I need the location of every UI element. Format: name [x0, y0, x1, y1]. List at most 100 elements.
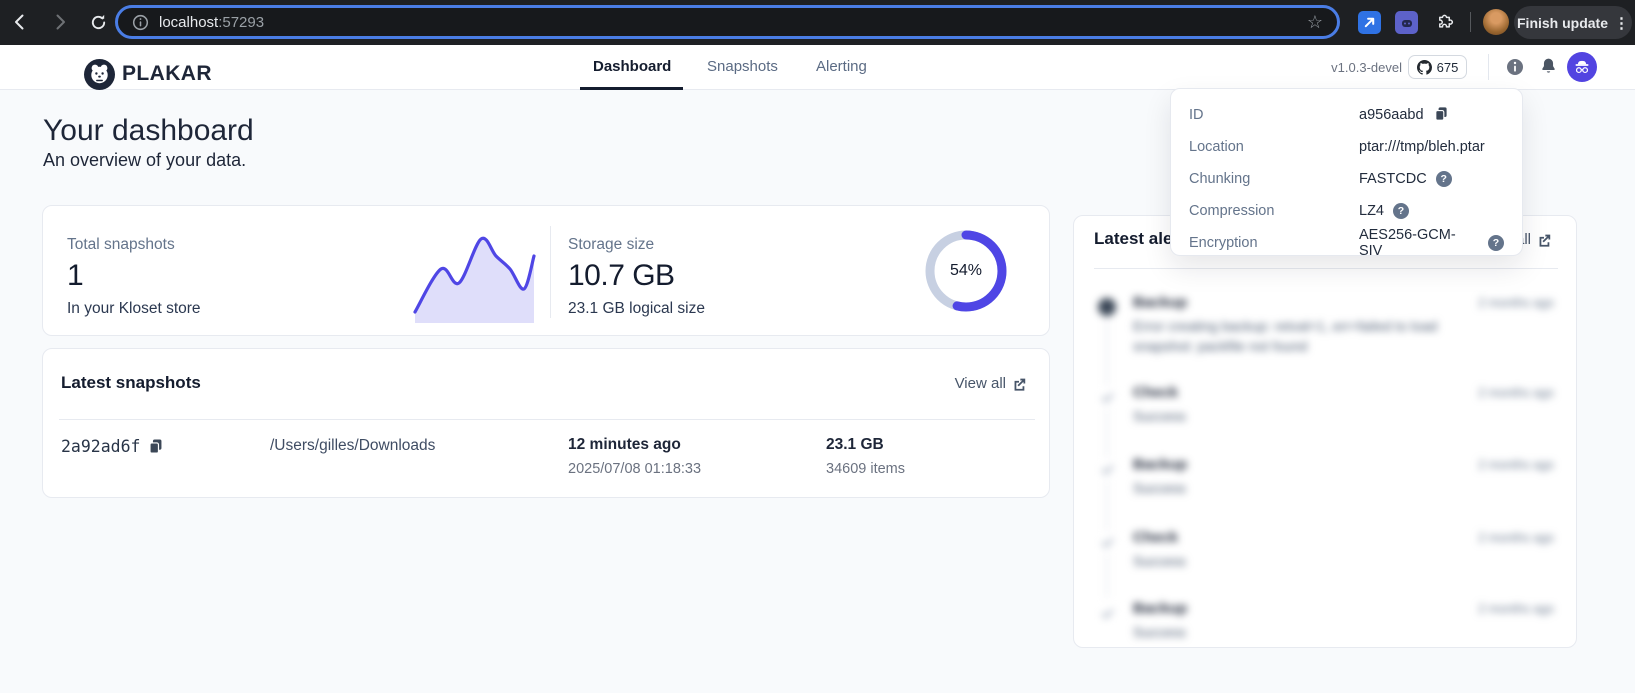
snapshot-items: 34609 items	[826, 461, 905, 477]
alert-status-wrap	[1096, 602, 1118, 624]
popover-row-encryption: Encryption AES256-GCM-SIV ?	[1189, 227, 1504, 259]
user-avatar-button[interactable]	[1567, 52, 1597, 82]
copy-icon	[1433, 105, 1449, 121]
extensions-puzzle-button[interactable]	[1430, 8, 1458, 36]
alert-message: Error creating backup: retval=1, err=fai…	[1133, 316, 1473, 356]
popover-label: Chunking	[1189, 171, 1359, 187]
external-link-icon	[1011, 376, 1027, 392]
tab-snapshots[interactable]: Snapshots	[707, 58, 778, 75]
arrow-right-icon	[50, 12, 70, 32]
alert-timestamp: 2 months ago	[1478, 531, 1554, 545]
kebab-menu-icon[interactable]: ⋮	[1614, 14, 1629, 32]
extension-icon-2[interactable]	[1395, 11, 1418, 34]
repo-id-value: a956aabd	[1359, 107, 1424, 123]
encryption-help-icon[interactable]: ?	[1488, 235, 1504, 251]
back-button[interactable]	[6, 8, 34, 36]
copy-snapshot-id-button[interactable]	[147, 437, 164, 459]
finish-update-label: Finish update	[1517, 15, 1608, 31]
storage-size-value: 10.7 GB	[568, 259, 675, 293]
snapshots-view-all-link[interactable]: View all	[955, 375, 1027, 392]
alert-title: Backup	[1133, 294, 1187, 311]
reload-icon	[89, 13, 108, 32]
alert-title: Check	[1133, 384, 1178, 401]
check-icon	[1100, 606, 1115, 621]
controller-icon	[1400, 16, 1414, 30]
plakar-mascot-icon	[84, 59, 115, 90]
repository-info-popover: ID a956aabd Location ptar:///tmp/bleh.pt…	[1170, 88, 1523, 256]
storage-size-label: Storage size	[568, 236, 654, 254]
info-button[interactable]	[1506, 58, 1524, 81]
alert-message: Success	[1133, 622, 1186, 642]
latest-snapshots-title: Latest snapshots	[61, 373, 201, 393]
dedup-donut-chart: 54%	[924, 229, 1008, 313]
alert-timestamp: 2 months ago	[1478, 602, 1554, 616]
stats-divider	[550, 226, 551, 318]
popover-label: ID	[1189, 107, 1359, 123]
plakar-logo[interactable]	[84, 59, 115, 90]
repo-encryption-value: AES256-GCM-SIV	[1359, 227, 1479, 259]
alert-message: Success	[1133, 406, 1186, 426]
donut-percent-label: 54%	[924, 229, 1008, 313]
brand-name: PLAKAR	[122, 62, 212, 86]
check-icon	[1100, 462, 1115, 477]
finish-update-button[interactable]: Finish update ⋮	[1514, 6, 1632, 39]
alert-status-wrap	[1096, 386, 1118, 408]
alert-message: Success	[1133, 478, 1186, 498]
popover-row-compression: Compression LZ4 ?	[1189, 195, 1504, 227]
popover-row-chunking: Chunking FASTCDC ?	[1189, 163, 1504, 195]
snapshot-row[interactable]: 2a92ad6f /Users/gilles/Downloads 12 minu…	[43, 433, 1051, 481]
alert-timestamp: 2 months ago	[1478, 386, 1554, 400]
arrow-left-icon	[10, 12, 30, 32]
copy-icon	[147, 437, 164, 454]
url-host: localhost	[159, 14, 218, 31]
latest-snapshots-card: Latest snapshots View all 2a92ad6f /User…	[42, 348, 1050, 498]
site-info-icon[interactable]	[132, 14, 149, 31]
info-icon	[1506, 58, 1524, 76]
alerting-card: Latest alerting reports View all Backup …	[1073, 215, 1577, 648]
check-icon	[1100, 390, 1115, 405]
compression-help-icon[interactable]: ?	[1393, 203, 1409, 219]
alert-timeline	[1106, 316, 1108, 598]
snapshot-size: 23.1 GB	[826, 436, 884, 454]
url-bar[interactable]: localhost:57293 ☆	[115, 5, 1340, 39]
page-subtitle: An overview of your data.	[43, 150, 246, 171]
alert-error-dot-icon	[1098, 298, 1116, 316]
snapshot-when: 12 minutes ago	[568, 436, 681, 454]
extension-icon-arrow[interactable]	[1358, 11, 1381, 34]
browser-chrome: localhost:57293 ☆ Finish update ⋮	[0, 0, 1635, 45]
alert-status-wrap	[1096, 531, 1118, 553]
total-snapshots-caption: In your Kloset store	[67, 300, 201, 318]
chunking-help-icon[interactable]: ?	[1436, 171, 1452, 187]
snapshot-path: /Users/gilles/Downloads	[270, 437, 435, 455]
total-snapshots-label: Total snapshots	[67, 236, 175, 254]
popover-row-id: ID a956aabd	[1189, 99, 1504, 131]
snapshots-view-all-label: View all	[955, 375, 1006, 392]
header-separator	[1488, 54, 1489, 80]
alert-title: Backup	[1133, 600, 1187, 617]
github-stars-badge[interactable]: 675	[1408, 55, 1467, 79]
snapshots-sparkline-chart	[413, 226, 536, 325]
chrome-separator	[1470, 12, 1471, 32]
popover-label: Compression	[1189, 203, 1359, 219]
copy-repo-id-button[interactable]	[1433, 105, 1449, 125]
popover-label: Location	[1189, 139, 1359, 155]
bookmark-star-icon[interactable]: ☆	[1307, 13, 1323, 31]
total-snapshots-value: 1	[67, 259, 83, 293]
reload-button[interactable]	[84, 8, 112, 36]
tab-dashboard[interactable]: Dashboard	[593, 58, 671, 75]
tab-alerting[interactable]: Alerting	[816, 58, 867, 75]
screen: localhost:57293 ☆ Finish update ⋮ PLAKAR	[0, 0, 1635, 693]
snapshot-date: 2025/07/08 01:18:33	[568, 461, 701, 477]
forward-button[interactable]	[46, 8, 74, 36]
browser-profile-avatar[interactable]	[1483, 9, 1509, 35]
alert-message: Success	[1133, 551, 1186, 571]
stats-card: Total snapshots 1 In your Kloset store S…	[42, 205, 1050, 336]
url-port: :57293	[218, 14, 264, 31]
alert-status-wrap	[1096, 458, 1118, 480]
page-title: Your dashboard	[43, 114, 254, 148]
alert-timestamp: 2 months ago	[1478, 458, 1554, 472]
diagonal-arrow-icon	[1363, 16, 1376, 29]
snapshot-id: 2a92ad6f	[61, 437, 140, 456]
notifications-button[interactable]	[1538, 56, 1559, 82]
repo-chunking-value: FASTCDC	[1359, 171, 1427, 187]
